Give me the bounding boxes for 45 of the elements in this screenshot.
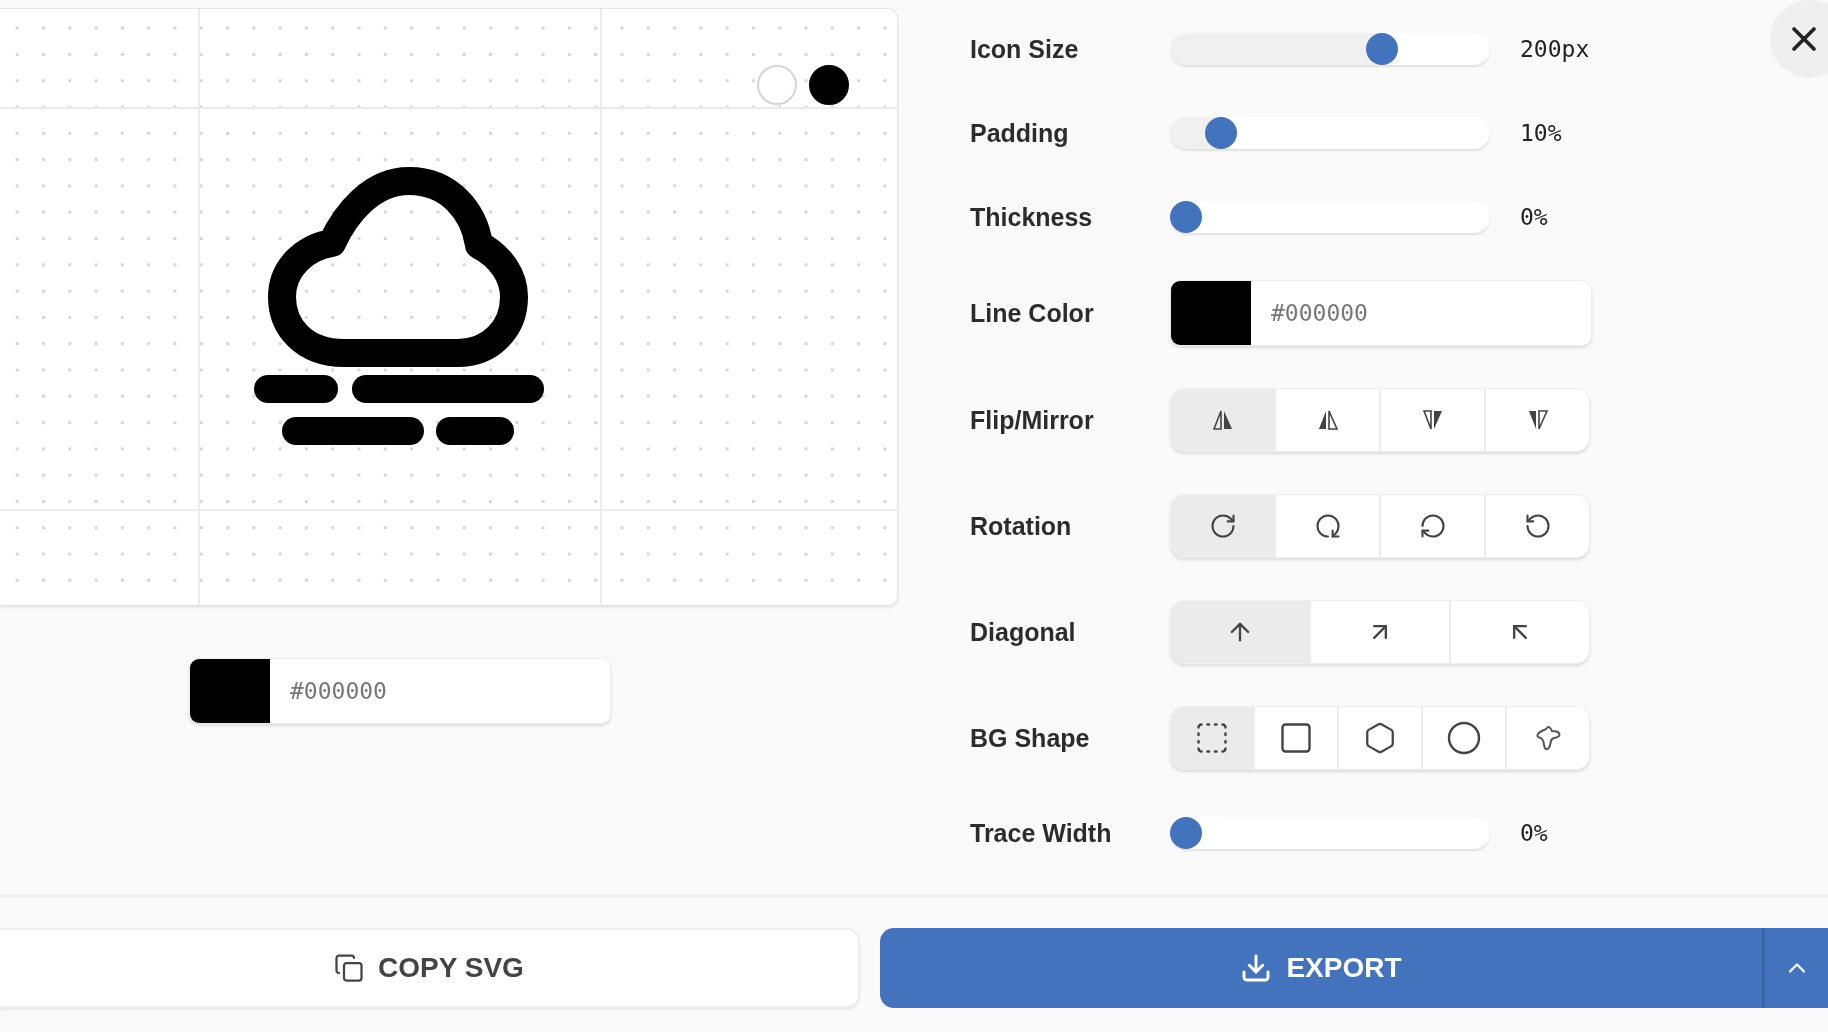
rotate-clockwise-icon [1418,512,1447,540]
dashed-square-icon [1194,720,1230,756]
slider-track[interactable] [1170,117,1490,149]
color-input-field[interactable]: #000000 [189,658,611,724]
slider-value: 0% [1520,204,1548,230]
slider-thumb[interactable] [1170,201,1202,233]
option-button[interactable] [1253,707,1337,769]
slider-track[interactable] [1170,201,1490,233]
circle-icon [1446,720,1482,756]
rotate-counterclockwise-icon [1523,512,1552,540]
close-button[interactable] [1770,0,1828,78]
slider-value: 10% [1520,120,1562,146]
color-input-field[interactable]: #000000 [1170,280,1592,346]
hexagon-icon [1363,721,1397,755]
setting-label: Padding [970,118,1070,148]
square-icon [1278,720,1314,756]
setting-label: Trace Width [970,818,1113,848]
option-button[interactable] [1379,389,1484,451]
rotate-clockwise-icon [1208,512,1237,540]
rotate-clockwise-icon [1313,512,1342,540]
export-button[interactable]: EXPORT [880,927,1762,1008]
color-swatch[interactable] [1171,281,1251,345]
color-swatch[interactable] [190,659,270,723]
setting-label: Rotation [970,511,1073,541]
setting-label: Thickness [970,202,1094,232]
option-button[interactable] [1484,389,1589,451]
slider-value: 0% [1520,820,1548,846]
hex-input[interactable]: #000000 [270,659,610,723]
slider-track[interactable] [1170,817,1490,849]
setting-label: Icon Size [970,34,1080,64]
option-button[interactable] [1171,389,1274,451]
slider-track[interactable] [1170,33,1490,65]
option-button[interactable] [1421,707,1505,769]
setting-label: Flip/Mirror [970,405,1095,435]
copy-icon [334,952,365,983]
copy-svg-button[interactable]: COPY SVG [0,927,860,1008]
option-button[interactable] [1274,389,1379,451]
setting-label: BG Shape [970,723,1091,753]
slider-value: 200px [1520,36,1590,62]
setting-label: Diagonal [970,617,1077,647]
setting-label: Line Color [970,298,1095,328]
option-button[interactable] [1337,707,1421,769]
hex-input[interactable]: #000000 [1251,281,1591,345]
slider-thumb[interactable] [1170,817,1202,849]
dropdown-toggle-button[interactable] [1762,927,1828,1008]
